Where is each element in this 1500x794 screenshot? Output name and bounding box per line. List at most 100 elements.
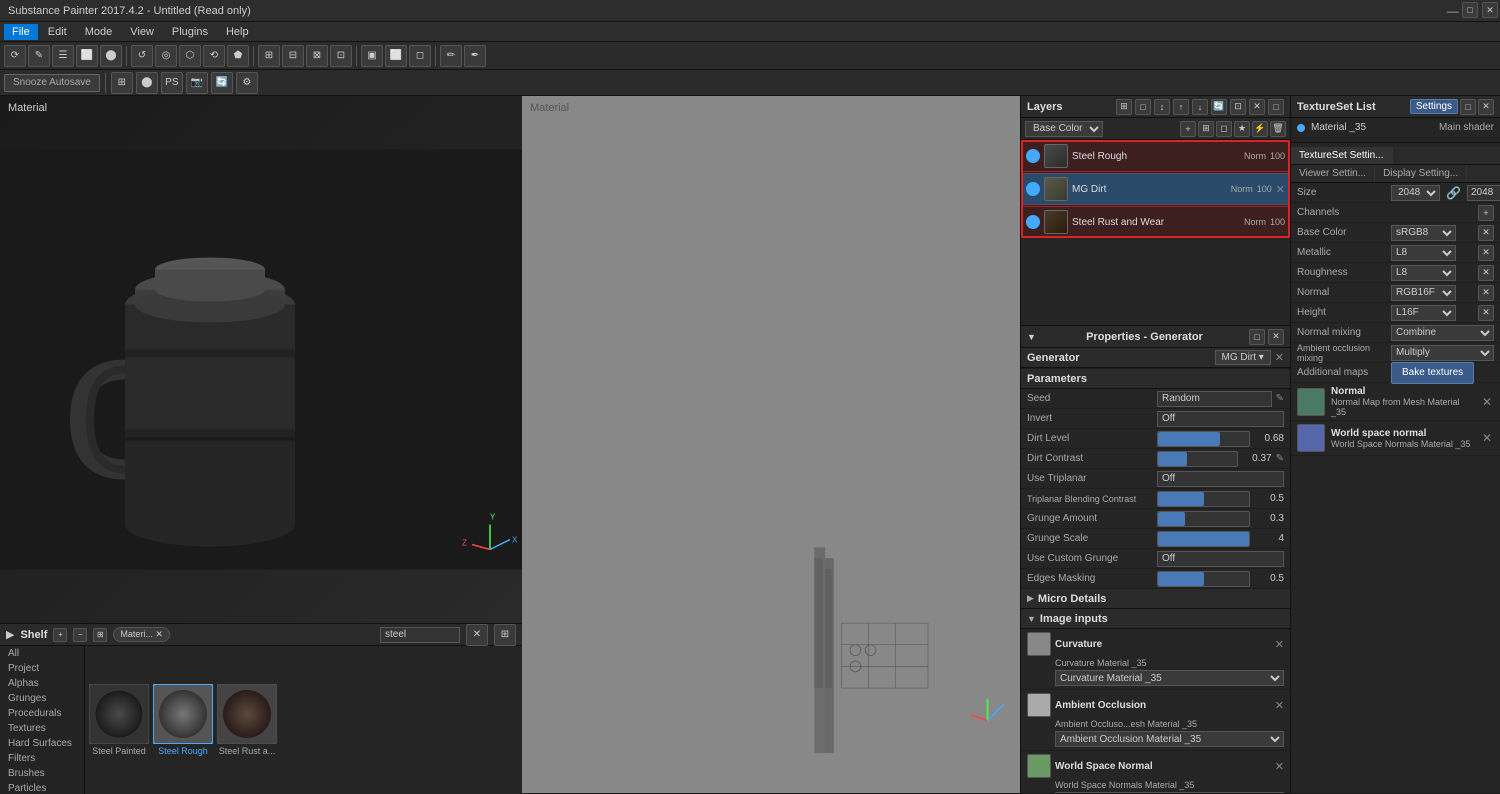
layers-btn-3[interactable]: ↕ [1154, 99, 1170, 115]
toolbar-btn-14[interactable]: ⊡ [330, 45, 352, 67]
minimize-btn[interactable]: — [1447, 4, 1459, 18]
layers-btn-8[interactable]: ✕ [1249, 99, 1265, 115]
shelf-grid-btn[interactable]: ⊞ [494, 624, 516, 646]
layers-add-btn[interactable]: + [1180, 121, 1196, 137]
shelf-item-2[interactable]: Steel Rust a... [217, 684, 277, 756]
toolbar-mode-btn-2[interactable]: ⬤ [136, 72, 158, 94]
micro-details-header[interactable]: ▶ Micro Details [1021, 589, 1290, 609]
img-input-ao-color[interactable] [1027, 693, 1051, 717]
layers-btn-5[interactable]: ↓ [1192, 99, 1208, 115]
shelf-expand-icon[interactable]: ▶ [6, 628, 14, 641]
properties-close-btn[interactable]: ✕ [1268, 329, 1284, 345]
shelf-btn-1[interactable]: + [53, 628, 67, 642]
layer-item-2[interactable]: Steel Rust and Wear Norm 100 [1021, 206, 1290, 238]
shelf-item-1[interactable]: Steel Rough [153, 684, 213, 756]
prop-grunge-scale-slider[interactable] [1157, 531, 1250, 547]
ts-size-select[interactable]: 2048 [1391, 185, 1440, 201]
prop-use-triplanar-input[interactable]: Off [1157, 471, 1284, 487]
prop-edges-masking-slider[interactable] [1157, 571, 1250, 587]
menu-file[interactable]: File [4, 24, 38, 40]
menu-mode[interactable]: Mode [77, 24, 121, 40]
prop-triplanar-blend-slider[interactable] [1157, 491, 1250, 507]
layers-close-btn[interactable]: □ [1268, 99, 1284, 115]
img-input-wsn-color[interactable] [1027, 754, 1051, 778]
toolbar-btn-2[interactable]: ✎ [28, 45, 50, 67]
viewport-3d[interactable]: Material [0, 96, 522, 623]
toolbar-btn-16[interactable]: ⬜ [385, 45, 407, 67]
layers-mask-btn[interactable]: ◻ [1216, 121, 1232, 137]
autosave-button[interactable]: Snooze Autosave [4, 74, 100, 92]
map-color-normal[interactable] [1297, 388, 1325, 416]
properties-btn-1[interactable]: □ [1249, 329, 1265, 345]
menu-plugins[interactable]: Plugins [164, 24, 216, 40]
map-close-normal[interactable]: ✕ [1480, 395, 1494, 409]
shelf-search-input[interactable] [380, 627, 460, 643]
map-color-wsn[interactable] [1297, 424, 1325, 452]
viewport-2d[interactable]: Material [522, 96, 1020, 793]
prop-dirt-contrast-slider[interactable] [1157, 451, 1238, 467]
layers-btn-6[interactable]: 🔄 [1211, 99, 1227, 115]
settings-button[interactable]: Settings [1410, 99, 1458, 114]
ts-link-icon[interactable]: 🔗 [1446, 186, 1461, 200]
ts-expand-btn[interactable]: □ [1460, 99, 1476, 115]
ts-metallic-close[interactable]: ✕ [1478, 245, 1494, 261]
toolbar-btn-3[interactable]: ☰ [52, 45, 74, 67]
toolbar-btn-18[interactable]: ✏ [440, 45, 462, 67]
toolbar-btn-19[interactable]: ✒ [464, 45, 486, 67]
shelf-close-btn[interactable]: ✕ [466, 624, 488, 646]
prop-seed-input[interactable]: Random [1157, 391, 1272, 407]
layers-btn-1[interactable]: ⊞ [1116, 99, 1132, 115]
toolbar-btn-8[interactable]: ⬡ [179, 45, 201, 67]
prop-invert-input[interactable]: Off [1157, 411, 1284, 427]
ts-metallic-select[interactable]: L8 [1391, 245, 1456, 261]
toolbar-btn-13[interactable]: ⊠ [306, 45, 328, 67]
ts-channels-add[interactable]: + [1478, 205, 1494, 221]
toolbar-btn-1[interactable]: ⟳ [4, 45, 26, 67]
ts-height-close[interactable]: ✕ [1478, 305, 1494, 321]
layer-vis-2[interactable] [1026, 215, 1040, 229]
ts-roughness-close[interactable]: ✕ [1478, 265, 1494, 281]
shelf-cat-particles[interactable]: Particles [0, 781, 84, 794]
ts-normal-select[interactable]: RGB16F [1391, 285, 1456, 301]
toolbar-btn-12[interactable]: ⊟ [282, 45, 304, 67]
prop-grunge-amount-slider[interactable] [1157, 511, 1250, 527]
layers-del-btn[interactable]: 🗑 [1270, 121, 1286, 137]
ts-tab-viewer[interactable]: Viewer Settin... [1291, 165, 1375, 182]
shelf-cat-project[interactable]: Project [0, 661, 84, 676]
layer-vis-0[interactable] [1026, 149, 1040, 163]
shelf-cat-grunges[interactable]: Grunges [0, 691, 84, 706]
toolbar-mode-btn-4[interactable]: 📷 [186, 72, 208, 94]
layer-item-1[interactable]: MG Dirt Norm 100 ✕ [1021, 173, 1290, 205]
img-input-ao-close[interactable]: ✕ [1275, 699, 1284, 712]
ts-basecolor-select[interactable]: sRGB8 [1391, 225, 1456, 241]
parameters-header[interactable]: Parameters [1021, 369, 1290, 389]
shelf-cat-procedurals[interactable]: Procedurals [0, 706, 84, 721]
menu-edit[interactable]: Edit [40, 24, 75, 40]
shelf-item-0[interactable]: Steel Painted [89, 684, 149, 756]
layers-effect-btn[interactable]: ★ [1234, 121, 1250, 137]
shelf-cat-brushes[interactable]: Brushes [0, 766, 84, 781]
properties-collapse-arrow[interactable]: ▼ [1027, 332, 1036, 342]
ts-normal-close[interactable]: ✕ [1478, 285, 1494, 301]
toolbar-btn-15[interactable]: ▣ [361, 45, 383, 67]
menu-help[interactable]: Help [218, 24, 257, 40]
bake-textures-btn[interactable]: Bake textures [1391, 362, 1474, 384]
layer-mode-select[interactable]: Base Color [1025, 121, 1103, 137]
layers-btn-4[interactable]: ↑ [1173, 99, 1189, 115]
layers-btn-2[interactable]: □ [1135, 99, 1151, 115]
prop-dirt-contrast-edit[interactable]: ✎ [1276, 453, 1284, 464]
prop-seed-edit[interactable]: ✎ [1276, 393, 1284, 404]
img-input-curvature-select[interactable]: Curvature Material _35 [1055, 670, 1284, 686]
ts-roughness-select[interactable]: L8 [1391, 265, 1456, 281]
layers-group-btn[interactable]: ⊞ [1198, 121, 1214, 137]
ts-tab-settings[interactable]: TextureSet Settin... [1291, 147, 1393, 164]
shelf-filter-tag[interactable]: Materi... ✕ [113, 627, 170, 642]
toolbar-btn-7[interactable]: ◎ [155, 45, 177, 67]
toolbar-btn-4[interactable]: ⬜ [76, 45, 98, 67]
ts-tab-display[interactable]: Display Setting... [1375, 165, 1467, 182]
shelf-cat-textures[interactable]: Textures [0, 721, 84, 736]
ts-height-select[interactable]: L16F [1391, 305, 1456, 321]
layer-delete-1[interactable]: ✕ [1276, 183, 1285, 196]
layer-item-0[interactable]: Steel Rough Norm 100 [1021, 140, 1290, 172]
toolbar-mode-btn-3[interactable]: PS [161, 72, 183, 94]
